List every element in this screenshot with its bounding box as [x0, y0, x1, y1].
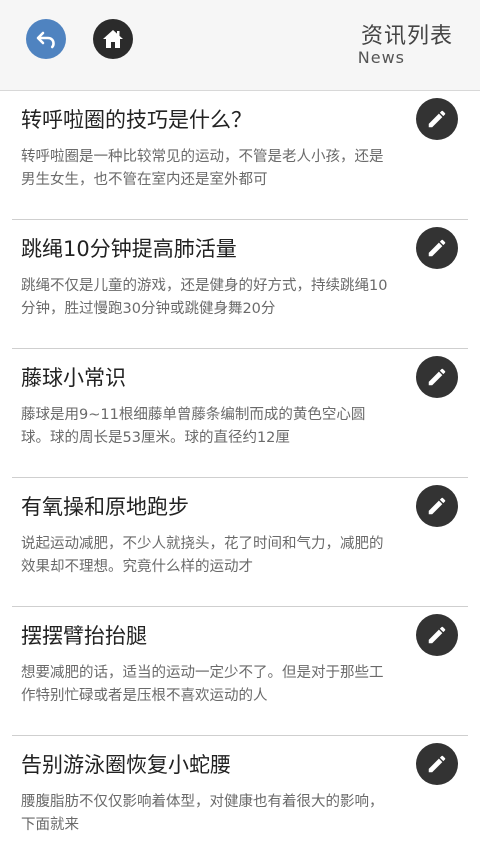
- list-item[interactable]: 跳绳10分钟提高肺活量 跳绳不仅是儿童的游戏，还是健身的好方式，持续跳绳10分钟…: [0, 220, 480, 349]
- back-button[interactable]: [26, 19, 66, 59]
- news-summary: 转呼啦圈是一种比较常见的运动，不管是老人小孩，还是男生女生，也不管在室内还是室外…: [21, 149, 384, 188]
- back-arrow-icon: [36, 31, 55, 49]
- list-item[interactable]: 有氧操和原地跑步 说起运动减肥，不少人就挠头，花了时间和气力，减肥的效果却不理想…: [0, 478, 480, 607]
- page-subtitle: News: [357, 48, 405, 67]
- news-title: 告别游泳圈恢复小蛇腰: [21, 753, 231, 777]
- news-title: 有氧操和原地跑步: [21, 495, 189, 519]
- news-summary: 跳绳不仅是儿童的游戏，还是健身的好方式，持续跳绳10分钟，胜过慢跑30分钟或跳健…: [21, 278, 388, 317]
- news-title: 藤球小常识: [21, 366, 126, 390]
- news-summary: 说起运动减肥，不少人就挠头，花了时间和气力，减肥的效果却不理想。究竟什么样的运动…: [21, 536, 384, 575]
- pencil-icon: [428, 497, 446, 515]
- pencil-icon: [428, 755, 446, 773]
- pencil-icon: [428, 239, 446, 257]
- list-item[interactable]: 告别游泳圈恢复小蛇腰 腰腹脂肪不仅仅影响着体型，对健康也有着很大的影响，下面就来: [0, 736, 480, 865]
- edit-button[interactable]: [416, 485, 458, 527]
- edit-button[interactable]: [416, 98, 458, 140]
- news-summary: 藤球是用9~11根细藤单曾藤条编制而成的黄色空心圆球。球的周长是53厘米。球的直…: [21, 407, 366, 446]
- list-item[interactable]: 转呼啦圈的技巧是什么？ 转呼啦圈是一种比较常见的运动，不管是老人小孩，还是男生女…: [0, 91, 480, 220]
- news-title: 摆摆臂抬抬腿: [21, 624, 147, 648]
- edit-button[interactable]: [416, 614, 458, 656]
- pencil-icon: [428, 110, 446, 128]
- news-summary: 想要减肥的话，适当的运动一定少不了。但是对于那些工作特别忙碌或者是压根不喜欢运动…: [21, 665, 384, 704]
- edit-button[interactable]: [416, 227, 458, 269]
- news-title: 跳绳10分钟提高肺活量: [21, 237, 237, 261]
- news-title: 转呼啦圈的技巧是什么？: [21, 108, 252, 132]
- home-icon: [103, 30, 123, 48]
- news-summary: 腰腹脂肪不仅仅影响着体型，对健康也有着很大的影响，下面就来: [21, 794, 384, 833]
- header-bar: 资讯列表 News: [0, 0, 480, 91]
- edit-button[interactable]: [416, 743, 458, 785]
- pencil-icon: [428, 626, 446, 644]
- page-title: 资讯列表: [360, 24, 453, 49]
- list-item[interactable]: 藤球小常识 藤球是用9~11根细藤单曾藤条编制而成的黄色空心圆球。球的周长是53…: [0, 349, 480, 478]
- news-list: 转呼啦圈的技巧是什么？ 转呼啦圈是一种比较常见的运动，不管是老人小孩，还是男生女…: [0, 91, 480, 865]
- list-item[interactable]: 摆摆臂抬抬腿 想要减肥的话，适当的运动一定少不了。但是对于那些工作特别忙碌或者是…: [0, 607, 480, 736]
- edit-button[interactable]: [416, 356, 458, 398]
- home-button[interactable]: [93, 19, 133, 59]
- pencil-icon: [428, 368, 446, 386]
